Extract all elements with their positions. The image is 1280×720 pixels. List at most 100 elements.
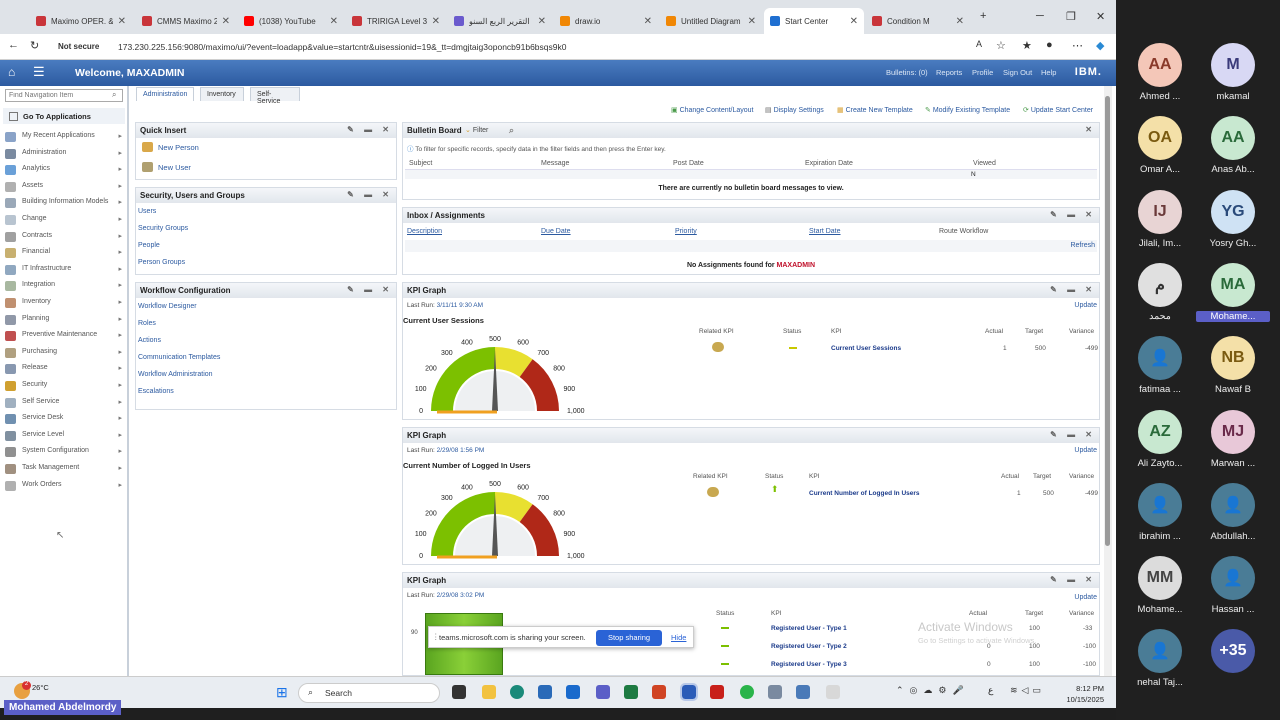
related-kpi-icon[interactable]	[707, 487, 719, 497]
related-kpi-icon[interactable]	[712, 342, 724, 352]
favorite-icon[interactable]: ☆	[996, 39, 1006, 52]
participant-tile[interactable]: AZ Ali Zayto...	[1123, 409, 1197, 469]
task-view-icon[interactable]	[452, 685, 466, 699]
new-tab-button[interactable]: +	[980, 10, 986, 22]
browser-tab[interactable]: Untitled Diagram ✕	[660, 8, 762, 34]
browser-tab[interactable]: Condition M ✕	[866, 8, 970, 34]
kpi-name[interactable]: Current Number of Logged In Users	[809, 490, 920, 497]
kpi-name[interactable]: Current User Sessions	[831, 345, 901, 352]
portlet-controls-icon[interactable]: ✎ ▬ ✕	[1050, 430, 1096, 439]
tab-administration[interactable]: Administration	[136, 87, 194, 101]
home-icon[interactable]: ⌂	[8, 65, 15, 79]
browser-tab[interactable]: Maximo OPER. & M ✕	[30, 8, 132, 34]
link-workflow-designer[interactable]: Workflow Designer	[136, 298, 396, 315]
participant-tile[interactable]: 👤 ibrahim ...	[1123, 482, 1197, 542]
kpi-name[interactable]: Registered User - Type 3	[771, 661, 847, 668]
profile-icon[interactable]: ●	[1046, 39, 1053, 51]
whatsapp-icon[interactable]	[740, 685, 754, 699]
nav-item-financial[interactable]: Financial ▸	[0, 245, 127, 261]
tab-self-service[interactable]: Self-Service	[250, 87, 300, 105]
participant-tile[interactable]: 👤 nehal Taj...	[1123, 629, 1197, 688]
participant-tile[interactable]: AA Ahmed ...	[1123, 43, 1197, 102]
portlet-controls-icon[interactable]: ✎ ▬ ✕	[347, 285, 393, 294]
nav-item-integration[interactable]: Integration ▸	[0, 278, 127, 294]
taskbar-search[interactable]: ⌕ Search	[298, 683, 440, 703]
column-post-date[interactable]: Post Date	[673, 160, 704, 167]
nav-item-system-configuration[interactable]: System Configuration ▸	[0, 444, 127, 460]
profile-link[interactable]: Profile	[972, 68, 993, 77]
participant-tile[interactable]: 👤 Hassan ...	[1196, 556, 1270, 615]
page-scrollbar[interactable]	[1104, 86, 1112, 676]
participant-tile[interactable]: NB Nawaf B	[1196, 336, 1270, 395]
link-workflow-administration[interactable]: Workflow Administration	[136, 366, 396, 383]
participant-tile[interactable]: م محمد	[1123, 262, 1197, 322]
nav-item-release[interactable]: Release ▸	[0, 361, 127, 377]
nav-item-planning[interactable]: Planning ▸	[0, 312, 127, 328]
not-secure-label[interactable]: Not secure	[58, 42, 99, 51]
link-roles[interactable]: Roles	[136, 315, 396, 332]
update-start-center-link[interactable]: ⟳ Update Start Center	[1023, 106, 1093, 114]
filter-button[interactable]: ⌄ Filter	[465, 126, 488, 134]
bulletins-link[interactable]: Bulletins: (0)	[886, 68, 928, 77]
close-icon[interactable]: ✕	[1085, 125, 1096, 134]
create-new-template-link[interactable]: ▦ Create New Template	[837, 106, 913, 114]
weather-temperature[interactable]: 26°C	[32, 683, 49, 692]
read-aloud-icon[interactable]: A	[976, 39, 982, 49]
participant-tile[interactable]: MJ Marwan ...	[1196, 409, 1270, 469]
app-icon-2[interactable]	[796, 685, 810, 699]
participant-tile[interactable]: 👤 fatimaa ...	[1123, 336, 1197, 395]
nav-item-security[interactable]: Security ▸	[0, 378, 127, 394]
nav-item-my-recent-applications[interactable]: My Recent Applications ▸	[0, 129, 127, 145]
file-explorer-icon[interactable]	[482, 685, 496, 699]
tab-close-icon[interactable]: ✕	[432, 16, 440, 27]
browser-tab[interactable]: CMMS Maximo 2(✕	[136, 8, 236, 34]
back-icon[interactable]: ←	[8, 39, 19, 51]
sign-out-link[interactable]: Sign Out	[1003, 68, 1032, 77]
nav-item-building-information-models[interactable]: Building Information Models ▸	[0, 195, 127, 211]
restore-icon[interactable]: ❐	[1066, 10, 1076, 23]
participant-tile[interactable]: IJ Jilali, Im...	[1123, 189, 1197, 249]
find-navigation-input[interactable]	[5, 89, 123, 102]
portlet-controls-icon[interactable]: ✎ ▬ ✕	[1050, 575, 1096, 584]
filter-row[interactable]: N	[405, 169, 1097, 179]
reports-link[interactable]: Reports	[936, 68, 962, 77]
favorites-icon[interactable]: ★	[1022, 39, 1032, 52]
nav-item-assets[interactable]: Assets ▸	[0, 179, 127, 195]
nav-item-service-desk[interactable]: Service Desk ▸	[0, 411, 127, 427]
link-people[interactable]: People	[136, 237, 396, 254]
stop-sharing-button[interactable]: Stop sharing	[596, 630, 662, 646]
nav-item-contracts[interactable]: Contracts ▸	[0, 229, 127, 245]
column-viewed[interactable]: Viewed	[973, 160, 996, 167]
network-sound-battery-icons[interactable]: ≋◁▭	[1010, 685, 1045, 696]
search-icon[interactable]: ⌕	[509, 125, 514, 136]
tab-close-icon[interactable]: ✕	[222, 16, 230, 27]
language-indicator[interactable]: ع	[988, 685, 993, 696]
kpi-name[interactable]: Registered User - Type 1	[771, 625, 847, 632]
update-link[interactable]: Update	[1074, 302, 1097, 309]
participant-tile[interactable]: OA Omar A...	[1123, 116, 1197, 175]
display-settings-link[interactable]: ▤ Display Settings	[765, 106, 824, 114]
minimize-icon[interactable]: ─	[1036, 10, 1044, 22]
nav-item-analytics[interactable]: Analytics ▸	[0, 162, 127, 178]
scrollbar-thumb[interactable]	[1105, 96, 1110, 546]
participant-tile[interactable]: MM Mohame...	[1123, 556, 1197, 615]
powerpoint-icon[interactable]	[652, 685, 666, 699]
refresh-link[interactable]: Refresh	[1070, 242, 1095, 249]
edge-icon[interactable]	[510, 685, 524, 699]
column-description[interactable]: Description	[407, 228, 442, 235]
acrobat-icon[interactable]	[710, 685, 724, 699]
taskbar-clock[interactable]: 8:12 PM 10/15/2025	[1066, 683, 1104, 705]
participant-tile[interactable]: YG Yosry Gh...	[1196, 189, 1270, 249]
close-window-icon[interactable]: ✕	[1096, 10, 1105, 23]
change-content-layout-link[interactable]: ▣ Change Content/Layout	[671, 106, 754, 114]
nav-item-service-level[interactable]: Service Level ▸	[0, 428, 127, 444]
more-icon[interactable]: ⋯	[1072, 39, 1083, 52]
column-start-date[interactable]: Start Date	[809, 228, 841, 235]
start-icon[interactable]: ⊞	[276, 684, 288, 701]
update-link[interactable]: Update	[1074, 594, 1097, 601]
nav-item-task-management[interactable]: Task Management ▸	[0, 461, 127, 477]
help-link[interactable]: Help	[1041, 68, 1056, 77]
link-communication-templates[interactable]: Communication Templates	[136, 349, 396, 366]
participant-tile[interactable]: MA Mohame...	[1196, 262, 1270, 322]
column-priority[interactable]: Priority	[675, 228, 697, 235]
